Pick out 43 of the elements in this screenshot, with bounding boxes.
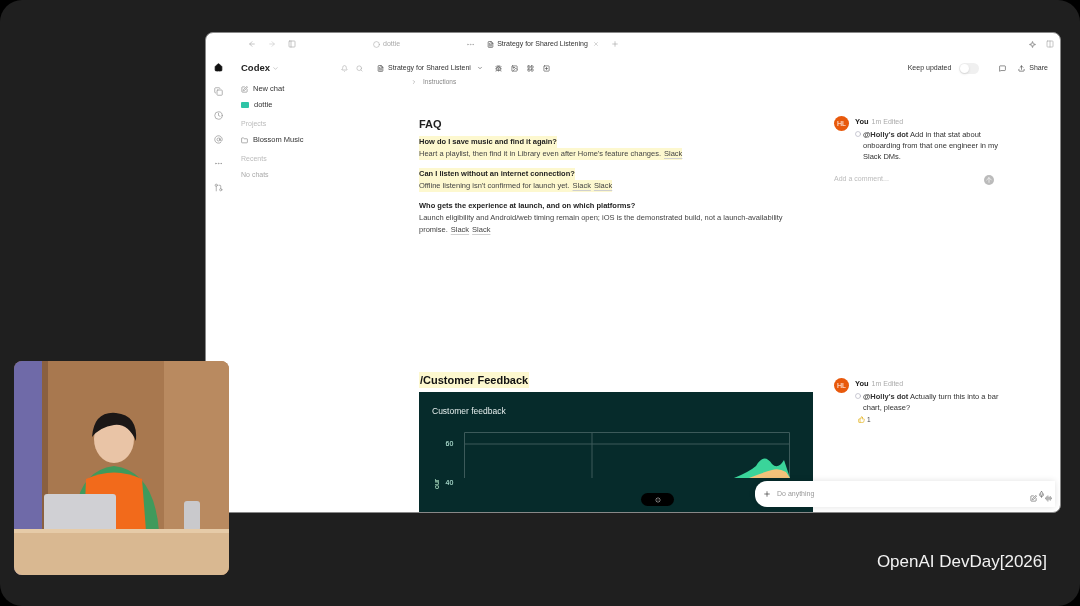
agent-icon <box>855 131 861 138</box>
chart-title: Customer feedback <box>432 405 507 418</box>
workspace-title[interactable]: Codex <box>241 60 271 76</box>
bell-icon[interactable] <box>341 64 348 72</box>
add-icon[interactable] <box>542 64 550 72</box>
plus-icon[interactable] <box>763 490 771 498</box>
folder-icon <box>241 136 248 144</box>
at-sign-icon[interactable] <box>214 135 223 144</box>
close-icon[interactable] <box>592 41 599 47</box>
branch-icon[interactable] <box>214 183 223 192</box>
agent-badge-icon <box>241 102 249 108</box>
sparkle-icon[interactable] <box>1029 40 1036 48</box>
new-tab-icon[interactable] <box>610 40 619 48</box>
split-view-icon[interactable] <box>1046 40 1054 48</box>
document-icon <box>487 40 495 48</box>
copy-icon[interactable] <box>214 87 223 96</box>
forward-icon[interactable] <box>268 40 276 48</box>
search-icon[interactable] <box>356 64 363 72</box>
document-icon <box>377 64 384 72</box>
section-heading: FAQ <box>419 116 443 132</box>
edit-icon[interactable] <box>1030 495 1037 502</box>
sidebar-toggle-icon[interactable] <box>288 40 296 48</box>
chevron-right-icon <box>411 78 417 85</box>
image-icon[interactable] <box>510 64 518 72</box>
bug-icon[interactable] <box>494 64 502 72</box>
edit-icon <box>241 85 248 93</box>
voice-icon[interactable] <box>1045 495 1052 502</box>
toggle-switch[interactable] <box>959 62 980 74</box>
chevron-down-icon <box>476 65 483 71</box>
back-icon[interactable] <box>248 40 256 48</box>
send-icon[interactable] <box>984 174 994 185</box>
microphone-icon[interactable] <box>1038 490 1045 498</box>
circle-icon <box>373 40 380 48</box>
section-heading: /Customer Feedback <box>419 371 530 388</box>
clock-icon[interactable] <box>214 111 223 120</box>
chevron-down-icon[interactable] <box>272 64 280 72</box>
grid-icon[interactable] <box>526 64 534 72</box>
more-icon[interactable] <box>214 159 223 168</box>
comment-icon[interactable] <box>999 64 1007 72</box>
share-icon <box>1018 64 1026 72</box>
home-icon[interactable] <box>214 63 223 72</box>
agent-icon <box>855 393 861 399</box>
event-label: OpenAI DevDay[2026] <box>876 551 1047 573</box>
